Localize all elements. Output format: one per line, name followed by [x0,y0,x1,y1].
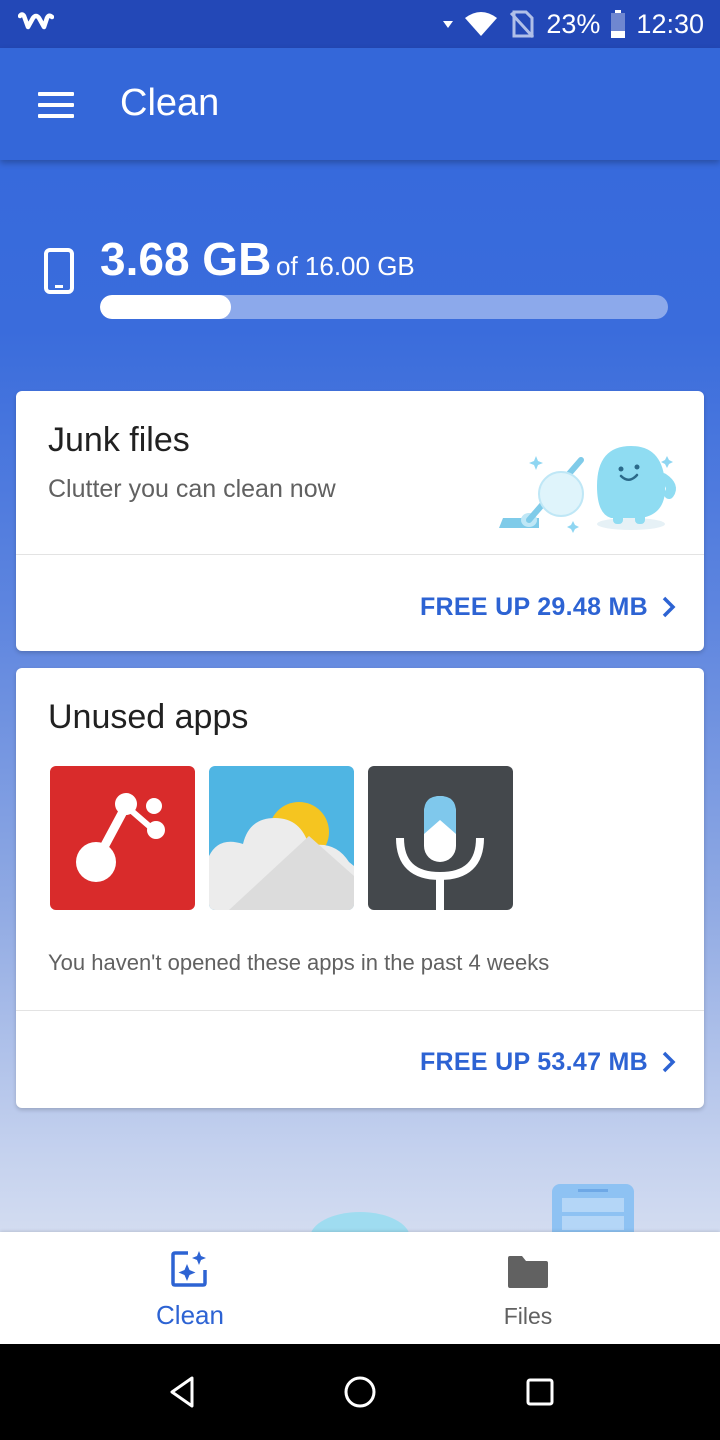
bottom-navigation: Clean Files [0,1232,720,1344]
background-illustration [311,1184,634,1232]
chevron-right-icon [662,596,676,618]
system-navigation-bar [0,1344,720,1440]
wifi-icon [465,12,498,36]
status-bar: 23% 12:30 [0,0,720,48]
no-sim-icon [510,10,535,39]
junk-files-title: Junk files [48,421,190,459]
menu-icon-line [38,103,74,107]
recents-icon[interactable] [520,1372,560,1412]
page-title: Clean [120,82,220,124]
screen: 23% 12:30 Clean 3.68 GB of 16.00 GB Junk… [0,0,720,1440]
unused-apps-card[interactable]: Unused apps You haven't opened these app… [16,668,704,1108]
weather-cloud-icon [209,802,354,910]
nav-tab-files[interactable]: Files [348,1232,708,1344]
free-up-unused-button[interactable]: FREE UP 53.47 MB [420,1042,676,1082]
voice-app-icon[interactable] [368,766,513,910]
phone-icon [44,248,74,294]
git-logo-icon [76,793,165,882]
junk-files-subtitle: Clutter you can clean now [48,475,336,503]
menu-button[interactable] [24,78,88,132]
card-divider [16,554,704,555]
clock: 12:30 [636,8,704,39]
carrier-logo-icon [18,12,54,30]
unused-apps-title: Unused apps [48,698,249,736]
app-bar: Clean [0,48,720,160]
signal-arrow-icon [443,21,454,28]
git-app-icon[interactable] [50,766,195,910]
storage-used: 3.68 GB [100,233,272,285]
battery-percent: 23% [546,8,601,39]
microphone-icon [396,796,484,910]
weather-app-icon[interactable] [209,766,354,910]
free-up-junk-label: FREE UP 29.48 MB [419,592,648,621]
free-up-junk-button[interactable]: FREE UP 29.48 MB [420,587,676,627]
unused-apps-subtitle: You haven't opened these apps in the pas… [48,950,550,975]
storage-progress-fill [100,295,231,319]
storage-total: of 16.00 GB [276,251,415,281]
chevron-right-icon [662,1051,676,1073]
home-icon[interactable] [340,1372,380,1412]
nav-tab-clean[interactable]: Clean [10,1232,370,1344]
junk-files-card[interactable]: Junk files Clutter you can clean now FRE… [16,391,704,651]
unused-app-list [50,766,513,910]
folder-icon [508,1256,548,1288]
nav-label-clean: Clean [156,1300,224,1330]
menu-icon-line [38,92,74,96]
storage-progress-bar [100,295,668,319]
menu-icon-line [38,114,74,118]
clean-icon [171,1251,207,1287]
nav-label-files: Files [503,1303,553,1329]
battery-icon [611,10,626,38]
free-up-unused-label: FREE UP 53.47 MB [419,1047,648,1076]
card-divider [16,1010,704,1011]
cleaning-mascot-illustration [499,446,676,533]
back-icon[interactable] [164,1372,204,1412]
